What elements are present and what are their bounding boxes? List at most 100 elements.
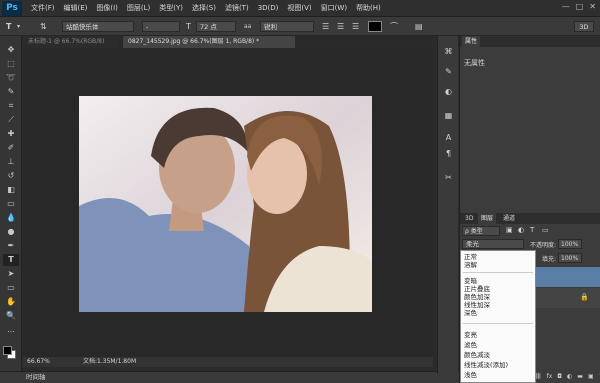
- blur-tool-icon[interactable]: 💧: [3, 212, 19, 224]
- chevron-down-icon[interactable]: ▾: [17, 21, 20, 32]
- tool-presets-icon[interactable]: ✂: [442, 172, 455, 183]
- tab-photo[interactable]: 0827_145529.jpg @ 66.7%(图层 1, RGB/8) *: [123, 36, 295, 48]
- blend-darken[interactable]: 变暗: [464, 277, 477, 285]
- opacity-field[interactable]: 100%: [558, 239, 582, 249]
- antialias-icon: aa: [244, 23, 252, 30]
- gradient-tool-icon[interactable]: ▭: [3, 198, 19, 210]
- tab-layers[interactable]: 图层: [478, 213, 497, 224]
- 3d-button[interactable]: 3D: [574, 21, 594, 32]
- tab-channels[interactable]: 通道: [500, 213, 518, 224]
- menu-filter[interactable]: 滤镜(T): [225, 3, 249, 13]
- font-family-select[interactable]: 站酷快乐体: [62, 21, 134, 32]
- menu-file[interactable]: 文件(F): [31, 3, 55, 13]
- eyedropper-tool-icon[interactable]: ⟋: [3, 114, 19, 126]
- character-icon[interactable]: A: [442, 132, 455, 143]
- healing-brush-tool-icon[interactable]: ✚: [3, 128, 19, 140]
- eraser-tool-icon[interactable]: ◧: [3, 184, 19, 196]
- close-icon[interactable]: ✕: [589, 2, 596, 11]
- clone-stamp-tool-icon[interactable]: ⊥: [3, 156, 19, 168]
- blend-darker-color[interactable]: 深色: [464, 309, 477, 317]
- minimize-icon[interactable]: —: [562, 2, 570, 11]
- restore-icon[interactable]: □: [576, 2, 584, 11]
- shape-tool-icon[interactable]: ▭: [3, 282, 19, 294]
- menu-3d[interactable]: 3D(D): [258, 4, 279, 12]
- filter-pixel-icon[interactable]: ▣: [506, 226, 513, 234]
- align-center-icon[interactable]: ☰: [337, 21, 344, 32]
- font-size-select[interactable]: 72 点: [196, 21, 236, 32]
- adjustments-icon[interactable]: ◐: [442, 86, 455, 97]
- font-size-icon: T: [186, 22, 191, 31]
- filter-adjust-icon[interactable]: ◐: [518, 226, 524, 234]
- zoom-tool-icon[interactable]: 🔍: [3, 310, 19, 322]
- quick-select-tool-icon[interactable]: ✎: [3, 86, 19, 98]
- type-tool-icon[interactable]: T: [3, 254, 19, 266]
- blend-screen[interactable]: 滤色: [464, 341, 477, 349]
- zoom-level[interactable]: 66.67%: [27, 357, 50, 367]
- divider: [463, 272, 533, 273]
- hand-tool-icon[interactable]: ✋: [3, 296, 19, 308]
- timeline-label[interactable]: 时间轴: [26, 372, 46, 383]
- mask-icon[interactable]: ◘: [557, 373, 562, 383]
- menu-window[interactable]: 窗口(W): [321, 3, 347, 13]
- brush-tool-icon[interactable]: ✐: [3, 142, 19, 154]
- tab-3d[interactable]: 3D: [462, 213, 476, 224]
- blend-lighten[interactable]: 变亮: [464, 331, 477, 339]
- text-tool-icon[interactable]: T: [6, 21, 11, 32]
- panel-dock: ⌘ ✎ ◐ ▦ A ¶ ✂: [437, 36, 458, 374]
- menu-image[interactable]: 图像(I): [96, 3, 118, 13]
- menu-edit[interactable]: 编辑(E): [64, 3, 88, 13]
- filter-type-icon[interactable]: T: [530, 226, 534, 234]
- lasso-tool-icon[interactable]: ➰: [3, 72, 19, 84]
- fx-icon[interactable]: fx: [547, 373, 553, 383]
- blend-linear-burn[interactable]: 线性加深: [464, 301, 490, 309]
- marquee-tool-icon[interactable]: ⬚: [3, 58, 19, 70]
- menu-select[interactable]: 选择(S): [192, 3, 216, 13]
- brush-presets-icon[interactable]: ✎: [442, 66, 455, 77]
- photo-couple[interactable]: [79, 96, 372, 312]
- styles-icon[interactable]: ▦: [442, 110, 455, 121]
- menu-help[interactable]: 帮助(H): [356, 3, 381, 13]
- options-bar: T ▾ ⇅ 站酷快乐体 - T 72 点 aa 锐利 ☰ ☰ ☰ ⌒ ▤ 3D: [0, 17, 600, 36]
- tab-untitled-1[interactable]: 未标题-1 @ 66.7%(RGB/8): [23, 36, 118, 48]
- new-layer-icon[interactable]: ▣: [588, 373, 594, 383]
- history-icon[interactable]: ⌘: [442, 46, 455, 57]
- align-right-icon[interactable]: ☰: [352, 21, 359, 32]
- status-bar: 66.67% 文档:1.35M/1.80M: [23, 357, 433, 367]
- text-orientation-icon[interactable]: ⇅: [40, 21, 47, 32]
- tab-properties[interactable]: 属性: [462, 36, 481, 47]
- fill-label: 填充:: [542, 256, 557, 263]
- blend-mode-select[interactable]: 柔光: [462, 239, 524, 249]
- history-brush-tool-icon[interactable]: ↺: [3, 170, 19, 182]
- pen-tool-icon[interactable]: ✒: [3, 240, 19, 252]
- blend-linear-dodge[interactable]: 线性减淡(添加): [464, 361, 508, 369]
- warp-text-icon[interactable]: ⌒: [390, 21, 398, 32]
- layer-filter-select[interactable]: ρ 类型: [462, 226, 500, 236]
- edit-toolbar-icon[interactable]: …: [3, 324, 19, 336]
- blend-color-burn[interactable]: 颜色加深: [464, 293, 490, 301]
- blend-multiply[interactable]: 正片叠底: [464, 285, 490, 293]
- paragraph-icon[interactable]: ¶: [442, 148, 455, 159]
- character-panel-icon[interactable]: ▤: [415, 21, 423, 32]
- new-adjustment-icon[interactable]: ◐: [567, 373, 572, 383]
- menu-layer[interactable]: 图层(L): [127, 3, 150, 13]
- text-color-swatch[interactable]: [368, 21, 382, 32]
- crop-tool-icon[interactable]: ⌗: [3, 100, 19, 112]
- new-group-icon[interactable]: ▬: [577, 373, 583, 383]
- filter-shape-icon[interactable]: ▭: [542, 226, 549, 234]
- fill-field[interactable]: 100%: [558, 253, 582, 263]
- blend-lighter-color[interactable]: 浅色: [464, 371, 477, 379]
- antialias-select[interactable]: 锐利: [260, 21, 314, 32]
- font-style-select[interactable]: -: [142, 21, 180, 32]
- dodge-tool-icon[interactable]: ●: [3, 226, 19, 238]
- document-tabs: 未标题-1 @ 66.7%(RGB/8) 0827_145529.jpg @ 6…: [23, 36, 433, 48]
- photoshop-logo: Ps: [2, 0, 22, 16]
- menu-type[interactable]: 类型(Y): [159, 3, 183, 13]
- align-left-icon[interactable]: ☰: [322, 21, 329, 32]
- path-select-tool-icon[interactable]: ➤: [3, 268, 19, 280]
- foreground-color-swatch[interactable]: [3, 346, 12, 355]
- blend-normal[interactable]: 正常: [464, 253, 477, 261]
- blend-color-dodge[interactable]: 颜色减淡: [464, 351, 490, 359]
- move-tool-icon[interactable]: ✥: [3, 44, 19, 56]
- blend-dissolve[interactable]: 溶解: [464, 261, 477, 269]
- menu-view[interactable]: 视图(V): [287, 3, 311, 13]
